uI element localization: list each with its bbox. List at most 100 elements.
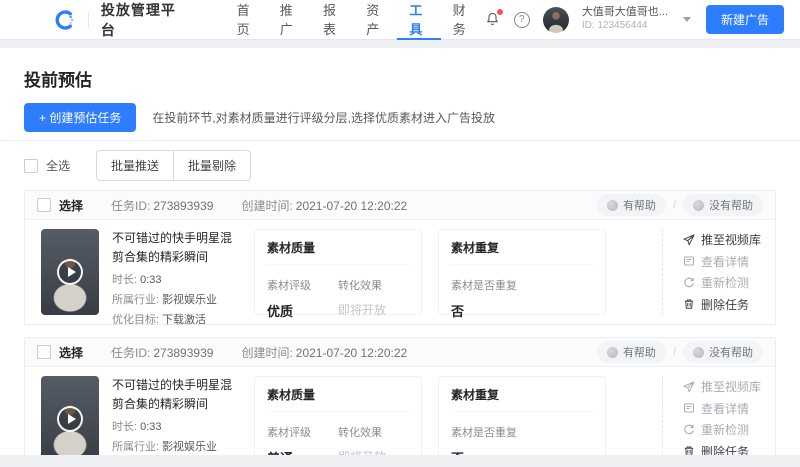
video-goal: 优化目标: 下载激活 — [112, 314, 207, 327]
duplicate-panel-title: 素材重复 — [451, 239, 593, 265]
select-all-label: 全选 — [46, 159, 71, 173]
task-id: 任务ID: 273893939 — [111, 198, 214, 213]
app-logo-icon — [54, 9, 76, 31]
feedback-buttons: 有帮助 没有帮助 — [596, 341, 763, 363]
avatar[interactable] — [542, 6, 569, 33]
page-title: 投前预估 — [24, 71, 92, 90]
main-nav: 首页 推广 报表 资产 工具 财务 — [225, 0, 484, 40]
delete-task-action[interactable]: 删除任务 — [683, 296, 761, 313]
nav-item-assets[interactable]: 资产 — [354, 0, 397, 40]
quality-panel-title: 素材质量 — [267, 386, 409, 412]
document-icon — [683, 403, 694, 413]
navbar: 投放管理平台 首页 推广 报表 资产 工具 财务 ? 大值哥大值哥也... ID… — [0, 0, 800, 40]
list-toolbar: 全选 批量推送 批量剔除 — [24, 150, 776, 181]
trash-icon — [684, 299, 694, 310]
new-ad-button[interactable]: 新建广告 — [705, 5, 784, 34]
helpful-button[interactable]: 有帮助 — [596, 194, 666, 216]
task-card-body: 不可错过的快手明星混剪合集的精彩瞬间 时长:0:33 所属行业:影视娱乐业 优化… — [25, 367, 775, 455]
created-time: 创建时间: 2021-07-20 12:20:22 — [241, 198, 408, 213]
select-all-checkbox[interactable] — [24, 158, 38, 173]
not-helpful-button[interactable]: 没有帮助 — [683, 341, 763, 363]
rating-value: 普通 — [267, 448, 338, 455]
nav-item-finance[interactable]: 财务 — [441, 0, 484, 40]
delete-task-action[interactable]: 删除任务 — [683, 443, 761, 455]
play-icon[interactable] — [57, 259, 83, 285]
rating-value: 优质 — [267, 304, 294, 319]
chevron-down-icon[interactable] — [682, 17, 691, 22]
duplicate-panel-title: 素材重复 — [451, 386, 593, 412]
divider — [673, 346, 676, 358]
notification-bell-icon[interactable] — [484, 9, 503, 28]
quality-panel: 素材质量 素材评级 优质 转化效果 即将开放 — [254, 229, 422, 319]
user-name: 大值哥大值哥也... — [581, 6, 668, 19]
duplicate-panel: 素材重复 素材是否重复 否 — [438, 229, 606, 319]
feedback-buttons: 有帮助 没有帮助 — [596, 194, 763, 216]
create-estimate-task-button[interactable]: + 创建预估任务 — [24, 103, 137, 132]
video-industry: 所属行业: 影视娱乐业 — [112, 441, 218, 454]
task-actions: 推至视频库 查看详情 重新检测 删除任务 — [661, 229, 761, 315]
view-details-action[interactable]: 查看详情 — [683, 253, 761, 270]
thumb-down-icon — [693, 346, 704, 358]
duplicate-label: 素材是否重复 — [451, 427, 517, 439]
push-to-video-library-action[interactable]: 推至视频库 — [683, 378, 761, 395]
notification-badge — [496, 9, 503, 15]
task-card-header: 选择 任务ID: 273893939 创建时间: 2021-07-20 12:20:… — [25, 191, 775, 220]
conversion-value: 即将开放 — [338, 448, 409, 455]
nav-item-home[interactable]: 首页 — [225, 0, 268, 40]
recheck-action[interactable]: 重新检测 — [683, 274, 761, 291]
select-label: 选择 — [59, 345, 84, 360]
duplicate-value: 否 — [451, 448, 593, 455]
divider — [88, 11, 89, 28]
select-checkbox[interactable] — [37, 198, 51, 212]
push-to-video-library-action[interactable]: 推至视频库 — [683, 231, 761, 248]
refresh-icon — [684, 277, 694, 288]
task-card-body: 不可错过的快手明星混剪合集的精彩瞬间 时长:0:33 所属行业:影视娱乐业 优化… — [25, 220, 775, 326]
view-details-action[interactable]: 查看详情 — [683, 400, 761, 417]
recheck-action[interactable]: 重新检测 — [683, 421, 761, 438]
content-panel: 投前预估 + 创建预估任务 在投前环节,对素材质量进行评级分层,选择优质素材进入… — [0, 48, 800, 455]
video-thumbnail[interactable] — [41, 229, 99, 315]
video-duration: 时长: 0:33 — [112, 274, 162, 287]
select-checkbox[interactable] — [37, 345, 51, 359]
batch-push-button[interactable]: 批量推送 — [96, 150, 175, 181]
task-card-header: 选择 任务ID: 273893939 创建时间: 2021-07-20 12:20:… — [25, 338, 775, 367]
video-title: 不可错过的快手明星混剪合集的精彩瞬间 — [112, 378, 233, 411]
duplicate-label: 素材是否重复 — [451, 280, 517, 292]
divider — [673, 199, 676, 211]
helpful-button[interactable]: 有帮助 — [596, 341, 666, 363]
video-industry: 所属行业: 影视娱乐业 — [112, 294, 218, 307]
task-actions: 推至视频库 查看详情 重新检测 删除任务 — [661, 376, 761, 455]
app-title: 投放管理平台 — [100, 1, 176, 38]
video-info: 不可错过的快手明星混剪合集的精彩瞬间 时长:0:33 所属行业:影视娱乐业 优化… — [112, 229, 238, 326]
page-description: 在投前环节,对素材质量进行评级分层,选择优质素材进入广告投放 — [152, 111, 496, 125]
not-helpful-button[interactable]: 没有帮助 — [683, 194, 763, 216]
batch-remove-button[interactable]: 批量剔除 — [173, 150, 252, 181]
rating-label: 素材评级 — [267, 280, 311, 292]
trash-icon — [684, 446, 694, 455]
quality-panel: 素材质量 素材评级 普通 转化效果 即将开放 — [254, 376, 422, 455]
video-thumbnail[interactable] — [41, 376, 99, 455]
divider — [0, 140, 800, 141]
paper-plane-icon — [683, 234, 695, 245]
duplicate-panel: 素材重复 素材是否重复 否 — [438, 376, 606, 455]
thumb-up-icon — [606, 346, 618, 358]
play-icon[interactable] — [57, 406, 83, 432]
task-id: 任务ID: 273893939 — [111, 345, 214, 360]
video-title: 不可错过的快手明星混剪合集的精彩瞬间 — [112, 231, 233, 264]
video-info: 不可错过的快手明星混剪合集的精彩瞬间 时长:0:33 所属行业:影视娱乐业 优化… — [112, 376, 238, 455]
conversion-label: 转化效果 — [338, 427, 382, 439]
nav-item-tools[interactable]: 工具 — [397, 0, 441, 40]
task-card: 选择 任务ID: 273893939 创建时间: 2021-07-20 12:20:… — [24, 337, 776, 455]
nav-item-promotion[interactable]: 推广 — [268, 0, 311, 40]
rating-label: 素材评级 — [267, 427, 311, 439]
user-info[interactable]: 大值哥大值哥也... ID: 123456444 — [582, 6, 668, 32]
help-icon[interactable]: ? — [513, 11, 530, 28]
nav-item-reports[interactable]: 报表 — [311, 0, 354, 40]
task-card: 选择 任务ID: 273893939 创建时间: 2021-07-20 12:20:… — [24, 190, 776, 326]
user-id: ID: 123456444 — [581, 20, 648, 32]
refresh-icon — [684, 424, 694, 435]
duplicate-value: 否 — [451, 304, 465, 319]
paper-plane-icon — [683, 381, 695, 392]
document-icon — [683, 256, 694, 266]
created-time: 创建时间: 2021-07-20 12:20:22 — [241, 345, 408, 360]
